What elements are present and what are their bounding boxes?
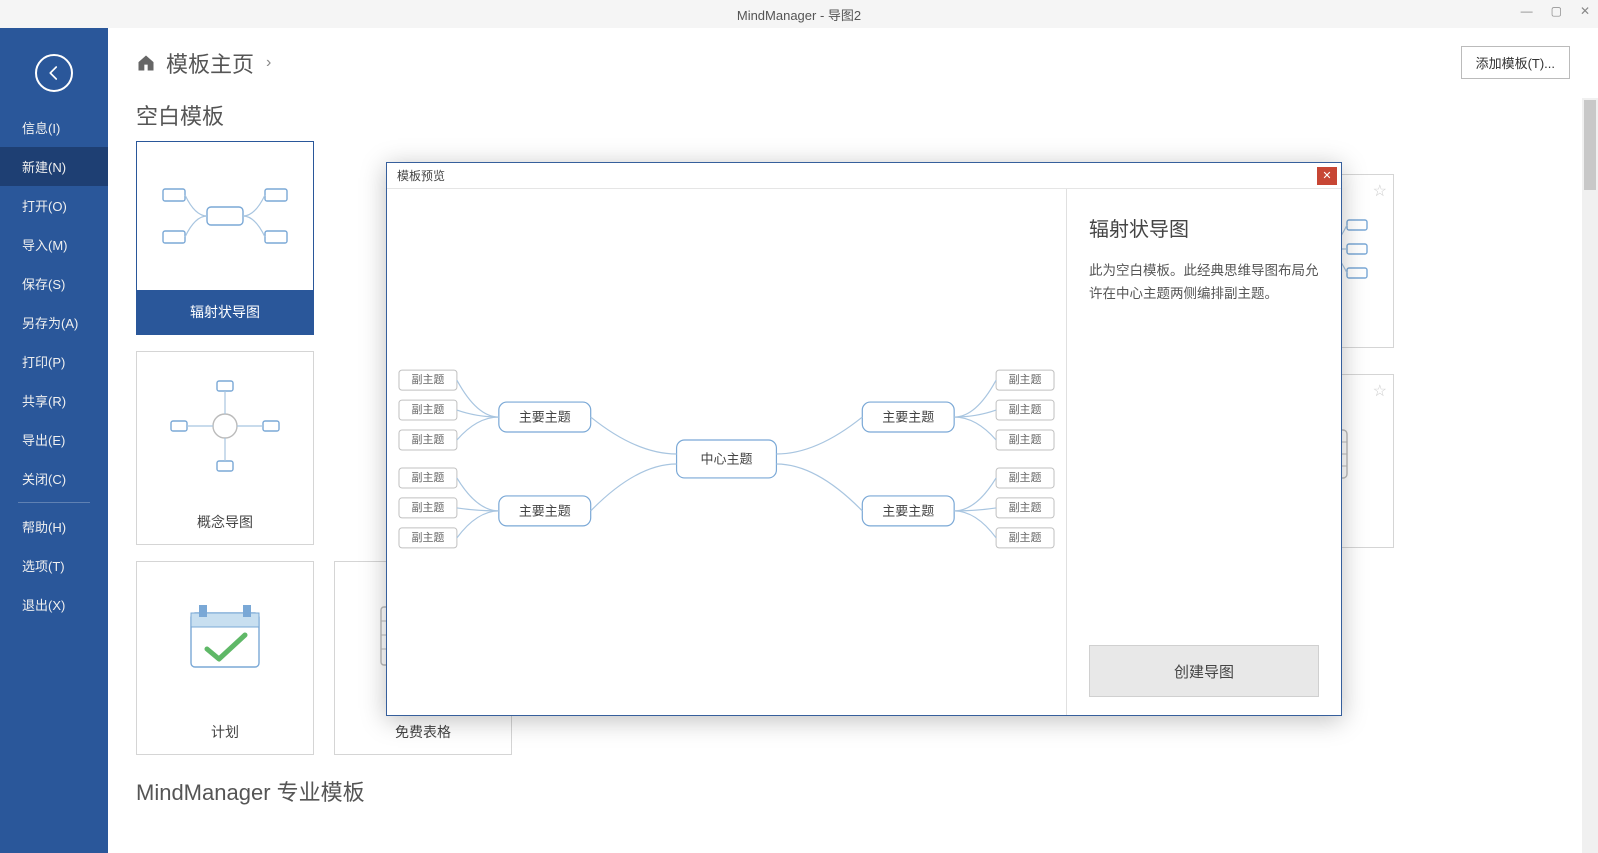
svg-text:主要主题: 主要主题	[882, 503, 934, 518]
template-card-concept[interactable]: 概念导图	[136, 351, 314, 545]
back-arrow-icon	[45, 64, 63, 82]
section-blank-title: 空白模板	[108, 93, 1598, 141]
sidebar-item-export[interactable]: 导出(E)	[0, 420, 108, 459]
modal-description: 此为空白模板。此经典思维导图布局允许在中心主题两侧编排副主题。	[1089, 260, 1319, 306]
sidebar-item-help[interactable]: 帮助(H)	[0, 507, 108, 546]
star-icon[interactable]: ☆	[1373, 381, 1387, 401]
svg-text:副主题: 副主题	[411, 501, 444, 514]
plan-thumb-icon	[155, 581, 295, 691]
sidebar-item-info[interactable]: 信息(I)	[0, 108, 108, 147]
maximize-button[interactable]: ▢	[1551, 4, 1562, 18]
sidebar-item-options[interactable]: 选项(T)	[0, 546, 108, 585]
content-area: 模板主页 › 添加模板(T)... 空白模板	[108, 28, 1598, 853]
add-template-button[interactable]: 添加模板(T)...	[1461, 46, 1570, 79]
radial-thumb-icon	[155, 161, 295, 271]
template-label: 免费表格	[335, 710, 511, 754]
svg-text:副主题: 副主题	[411, 433, 444, 446]
svg-text:主要主题: 主要主题	[519, 410, 571, 425]
breadcrumb-title[interactable]: 模板主页	[166, 47, 254, 79]
modal-close-button[interactable]: ✕	[1317, 167, 1337, 185]
sidebar-item-print[interactable]: 打印(P)	[0, 342, 108, 381]
template-label: 概念导图	[137, 500, 313, 544]
svg-text:副主题: 副主题	[1009, 373, 1042, 386]
svg-text:中心主题: 中心主题	[701, 451, 753, 466]
svg-text:主要主题: 主要主题	[519, 503, 571, 518]
sidebar-divider	[18, 502, 90, 503]
template-label: 辐射状导图	[137, 290, 313, 334]
window-controls: — ▢ ✕	[1521, 4, 1590, 18]
template-card-plan[interactable]: 计划	[136, 561, 314, 755]
svg-text:副主题: 副主题	[411, 531, 444, 544]
template-label: 计划	[137, 710, 313, 754]
modal-heading: 辐射状导图	[1089, 213, 1319, 242]
modal-preview-canvas: 中心主题 主要主题 主要主题 主要主题 主要主题 副主题	[387, 189, 1067, 715]
svg-text:副主题: 副主题	[1009, 501, 1042, 514]
home-icon[interactable]	[136, 53, 156, 73]
section-pro-title: MindManager 专业模板	[108, 769, 1598, 817]
sidebar-item-save[interactable]: 保存(S)	[0, 264, 108, 303]
titlebar: MindManager - 导图2 — ▢ ✕	[0, 0, 1598, 28]
sidebar-item-exit[interactable]: 退出(X)	[0, 585, 108, 624]
mindmap-preview-icon: 中心主题 主要主题 主要主题 主要主题 主要主题 副主题	[387, 189, 1066, 715]
template-preview-dialog: 模板预览 ✕ 中心主题 主要主题 主要主题	[386, 162, 1342, 716]
svg-text:副主题: 副主题	[411, 373, 444, 386]
sidebar-item-share[interactable]: 共享(R)	[0, 381, 108, 420]
sidebar-item-import[interactable]: 导入(M)	[0, 225, 108, 264]
sidebar-item-saveas[interactable]: 另存为(A)	[0, 303, 108, 342]
sidebar-item-open[interactable]: 打开(O)	[0, 186, 108, 225]
modal-title: 模板预览	[397, 167, 445, 184]
back-button[interactable]	[35, 54, 73, 92]
star-icon[interactable]: ☆	[1373, 181, 1387, 201]
concept-thumb-icon	[155, 371, 295, 481]
svg-text:副主题: 副主题	[411, 471, 444, 484]
scrollbar-thumb[interactable]	[1584, 100, 1596, 190]
svg-text:副主题: 副主题	[1009, 433, 1042, 446]
template-card-radial[interactable]: 辐射状导图	[136, 141, 314, 335]
svg-text:主要主题: 主要主题	[882, 410, 934, 425]
svg-text:副主题: 副主题	[1009, 471, 1042, 484]
close-button[interactable]: ✕	[1580, 4, 1590, 18]
breadcrumb-separator-icon: ›	[266, 54, 271, 72]
svg-text:副主题: 副主题	[1009, 403, 1042, 416]
svg-text:副主题: 副主题	[411, 403, 444, 416]
sidebar: 信息(I) 新建(N) 打开(O) 导入(M) 保存(S) 另存为(A) 打印(…	[0, 28, 108, 853]
minimize-button[interactable]: —	[1521, 4, 1533, 18]
sidebar-item-new[interactable]: 新建(N)	[0, 147, 108, 186]
scrollbar[interactable]	[1582, 98, 1598, 853]
create-map-button[interactable]: 创建导图	[1089, 645, 1319, 697]
sidebar-item-close[interactable]: 关闭(C)	[0, 459, 108, 498]
window-title: MindManager - 导图2	[737, 5, 861, 24]
svg-text:副主题: 副主题	[1009, 531, 1042, 544]
